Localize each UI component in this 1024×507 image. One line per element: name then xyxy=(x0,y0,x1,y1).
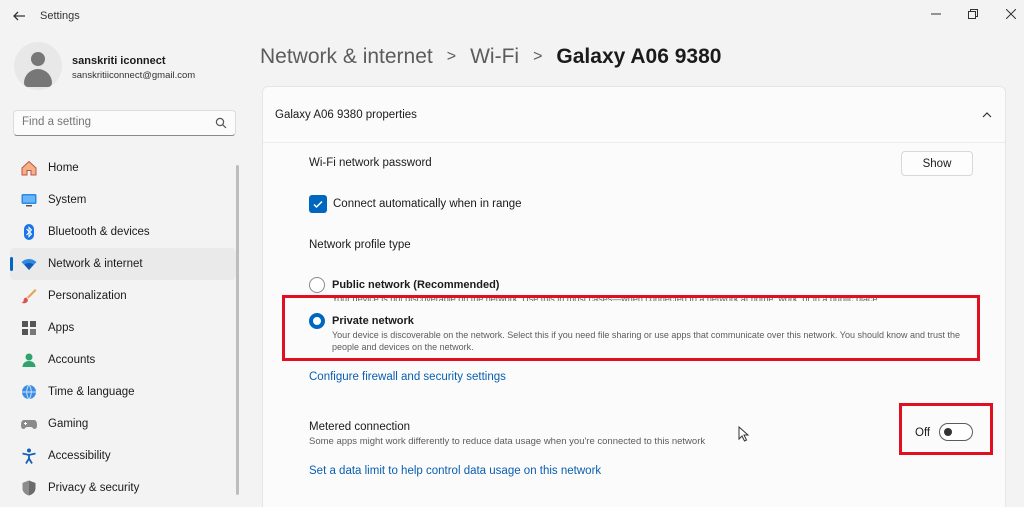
home-icon xyxy=(20,159,38,177)
data-limit-link[interactable]: Set a data limit to help control data us… xyxy=(309,465,601,477)
sidebar-item-time-language[interactable]: Time & language xyxy=(10,376,236,408)
auto-connect-label[interactable]: Connect automatically when in range xyxy=(333,198,522,210)
firewall-settings-link[interactable]: Configure firewall and security settings xyxy=(309,371,506,383)
page-title: Galaxy A06 9380 xyxy=(556,45,722,68)
metered-toggle-state: Off xyxy=(915,427,931,439)
properties-title: Galaxy A06 9380 properties xyxy=(275,109,417,121)
breadcrumb-network[interactable]: Network & internet xyxy=(260,45,433,69)
show-password-button[interactable]: Show xyxy=(901,151,973,176)
system-icon xyxy=(20,191,38,209)
brush-icon xyxy=(20,287,38,305)
metered-connection-title: Metered connection xyxy=(309,421,411,433)
mouse-cursor-icon xyxy=(738,426,750,442)
sidebar-item-accessibility[interactable]: Accessibility xyxy=(10,440,236,472)
checkmark-icon xyxy=(313,200,323,209)
user-profile[interactable]: sanskriti iconnect sanskritiiconnect@gma… xyxy=(14,42,234,92)
sidebar-item-label: Bluetooth & devices xyxy=(48,226,150,238)
sidebar-item-label: Personalization xyxy=(48,290,127,302)
sidebar-item-privacy[interactable]: Privacy & security xyxy=(10,472,236,504)
user-name: sanskriti iconnect xyxy=(72,55,166,67)
search-box[interactable] xyxy=(13,110,236,136)
toggle-knob xyxy=(944,428,952,436)
sidebar-item-gaming[interactable]: Gaming xyxy=(10,408,236,440)
auto-connect-checkbox[interactable] xyxy=(309,195,327,213)
sidebar-item-system[interactable]: System xyxy=(10,184,236,216)
close-button[interactable] xyxy=(988,0,1024,28)
sidebar-item-label: Gaming xyxy=(48,418,89,430)
metered-connection-desc: Some apps might work differently to redu… xyxy=(309,436,706,447)
accounts-icon xyxy=(20,351,38,369)
sidebar-nav: Home System Bluetooth & devices Network … xyxy=(10,152,236,504)
breadcrumb-wifi[interactable]: Wi-Fi xyxy=(470,45,519,69)
bluetooth-icon xyxy=(20,223,38,241)
public-network-desc: Your device is not discoverable on the n… xyxy=(332,294,880,301)
apps-icon xyxy=(20,319,38,337)
sidebar-item-label: Privacy & security xyxy=(48,482,140,494)
sidebar-item-label: Home xyxy=(48,162,79,174)
private-network-desc: Your device is discoverable on the netwo… xyxy=(332,330,961,352)
search-input[interactable] xyxy=(22,116,207,128)
wifi-password-label: Wi-Fi network password xyxy=(309,157,432,169)
app-title: Settings xyxy=(40,10,80,22)
sidebar-item-bluetooth[interactable]: Bluetooth & devices xyxy=(10,216,236,248)
close-icon xyxy=(1006,9,1016,19)
avatar xyxy=(14,42,62,90)
gamepad-icon xyxy=(20,415,38,433)
sidebar-item-label: Accounts xyxy=(48,354,96,366)
chevron-up-icon[interactable] xyxy=(981,109,993,121)
breadcrumb-separator: > xyxy=(533,48,543,65)
minimize-icon xyxy=(931,13,941,15)
sidebar-item-label: Accessibility xyxy=(48,450,111,462)
sidebar-item-personalization[interactable]: Personalization xyxy=(10,280,236,312)
sidebar-item-label: Apps xyxy=(48,322,75,334)
sidebar-item-label: Time & language xyxy=(48,386,135,398)
back-arrow-icon xyxy=(13,11,25,21)
sidebar-item-network[interactable]: Network & internet xyxy=(10,248,236,280)
sidebar-item-accounts[interactable]: Accounts xyxy=(10,344,236,376)
sidebar-item-apps[interactable]: Apps xyxy=(10,312,236,344)
breadcrumb: Network & internet > Wi-Fi > Galaxy A06 … xyxy=(260,42,721,72)
shield-icon xyxy=(20,479,38,497)
globe-icon xyxy=(20,383,38,401)
user-email: sanskritiiconnect@gmail.com xyxy=(72,70,196,81)
restore-icon xyxy=(968,9,978,19)
metered-connection-toggle[interactable] xyxy=(939,423,973,441)
sidebar-item-label: Network & internet xyxy=(48,258,143,270)
breadcrumb-separator: > xyxy=(446,48,457,65)
profile-type-label: Network profile type xyxy=(309,239,411,251)
sidebar-scrollbar[interactable] xyxy=(236,165,239,495)
title-bar: Settings xyxy=(0,0,1024,32)
wifi-icon xyxy=(20,255,38,273)
search-icon[interactable] xyxy=(215,117,227,129)
private-network-radio[interactable] xyxy=(309,313,325,329)
private-network-title[interactable]: Private network xyxy=(332,315,414,327)
sidebar-item-label: System xyxy=(48,194,87,206)
properties-header[interactable]: Galaxy A06 9380 properties xyxy=(263,87,1005,143)
accessibility-icon xyxy=(20,447,38,465)
public-network-title[interactable]: Public network (Recommended) xyxy=(332,279,499,291)
back-button[interactable] xyxy=(10,7,28,25)
sidebar-item-home[interactable]: Home xyxy=(10,152,236,184)
public-network-radio[interactable] xyxy=(309,277,325,293)
properties-card: Galaxy A06 9380 properties Wi-Fi network… xyxy=(262,86,1006,507)
